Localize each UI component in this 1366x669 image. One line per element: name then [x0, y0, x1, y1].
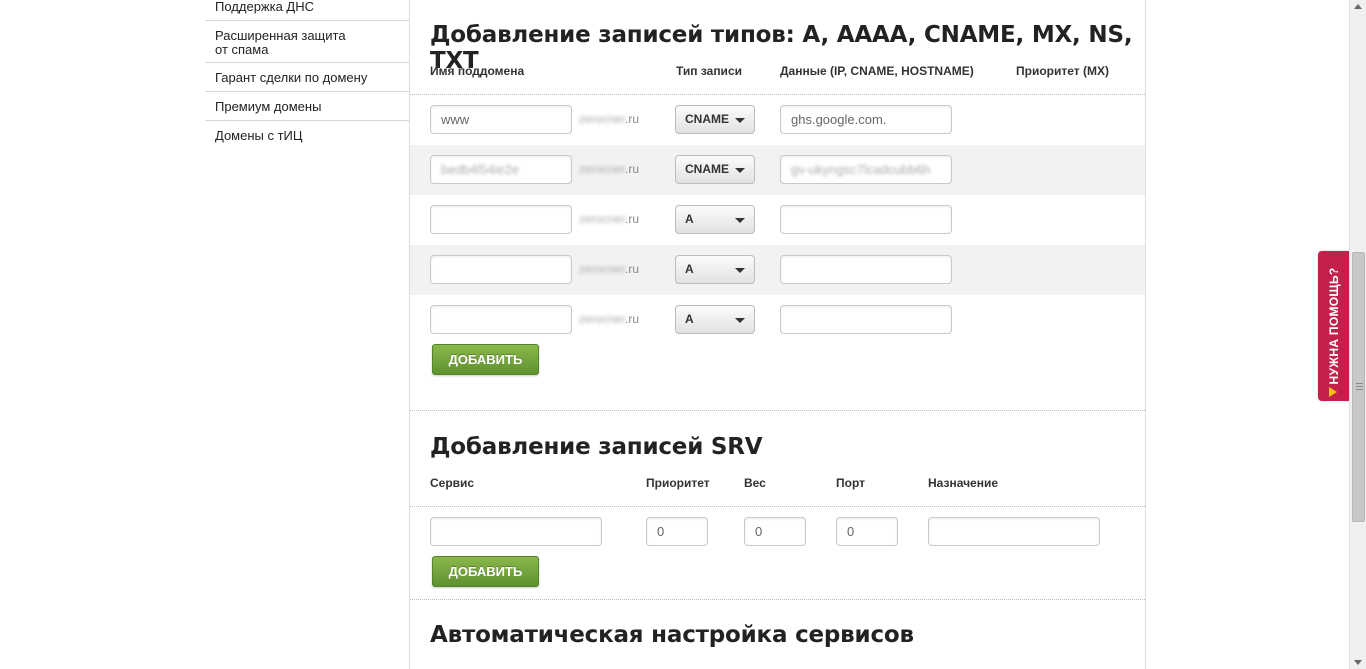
play-arrow-icon [1329, 387, 1337, 397]
scrollbar-thumb[interactable] [1352, 252, 1365, 522]
subdomain-input[interactable] [430, 205, 572, 234]
add-srv-button[interactable]: ДОБАВИТЬ [432, 556, 539, 587]
zone-suffix: zerocner.ru [579, 212, 640, 226]
subdomain-input[interactable] [430, 305, 572, 334]
subdomain-input[interactable]: www [430, 105, 572, 134]
srv-weight-input[interactable]: 0 [744, 517, 806, 546]
vertical-scrollbar[interactable] [1349, 0, 1366, 669]
record-type-select[interactable]: A [675, 305, 755, 334]
srv-target-input[interactable] [928, 517, 1100, 546]
record-row: bedb4l54ie2e zerocner.ru CNAME gv-ukyngs… [410, 145, 1145, 195]
record-row: zerocner.ru A [410, 195, 1145, 245]
scroll-up-icon[interactable] [1354, 4, 1362, 9]
chevron-down-icon [735, 268, 745, 273]
dns-records-panel: Добавление записей типов: A, AAAA, CNAME… [409, 0, 1146, 669]
zone-suffix: zerocner.ru [579, 162, 640, 176]
column-data: Данные (IP, CNAME, HOSTNAME) [780, 64, 974, 78]
sidebar-item-domain-escrow[interactable]: Гарант сделки по домену [205, 63, 409, 92]
page: Поддержка ДНС Расширенная защита от спам… [0, 0, 1366, 669]
sidebar-item-dns-support[interactable]: Поддержка ДНС [205, 0, 409, 21]
zone-suffix: zerocner.ru [579, 112, 640, 126]
sidebar-item-spam-protection[interactable]: Расширенная защита от спама [205, 21, 409, 63]
sidebar-item-premium-domains[interactable]: Премиум домены [205, 92, 409, 121]
grip-line [1356, 389, 1363, 390]
subdomain-input[interactable]: bedb4l54ie2e [430, 155, 572, 184]
column-port: Порт [836, 476, 866, 490]
column-target: Назначение [928, 476, 999, 490]
record-type-select[interactable]: A [675, 205, 755, 234]
auto-setup-section-title: Автоматическая настройка сервисов [430, 622, 914, 648]
add-records-button[interactable]: ДОБАВИТЬ [432, 344, 539, 375]
divider [410, 506, 1145, 507]
column-service: Сервис [430, 476, 475, 490]
srv-port-input[interactable]: 0 [836, 517, 898, 546]
column-priority: Приоритет [646, 476, 710, 490]
chevron-down-icon [735, 318, 745, 323]
sidebar-menu: Поддержка ДНС Расширенная защита от спам… [205, 0, 409, 150]
scroll-down-icon[interactable] [1354, 660, 1362, 665]
help-tab-label: НУЖНА ПОМОЩЬ? [1326, 267, 1341, 385]
record-type-select[interactable]: A [675, 255, 755, 284]
divider [410, 599, 1145, 600]
record-data-input[interactable] [780, 305, 952, 334]
divider [410, 410, 1145, 411]
record-row: www zerocner.ru CNAME ghs.google.com. [410, 95, 1145, 145]
srv-priority-input[interactable]: 0 [646, 517, 708, 546]
record-row: zerocner.ru A [410, 245, 1145, 295]
record-data-input[interactable] [780, 205, 952, 234]
help-tab[interactable]: НУЖНА ПОМОЩЬ? [1318, 251, 1349, 401]
record-data-input[interactable]: ghs.google.com. [780, 105, 952, 134]
grip-line [1356, 386, 1363, 387]
zone-suffix: zerocner.ru [579, 312, 640, 326]
subdomain-input[interactable] [430, 255, 572, 284]
grip-line [1356, 383, 1363, 384]
record-row: zerocner.ru A [410, 295, 1145, 345]
sidebar-item-tic-domains[interactable]: Домены с тИЦ [205, 121, 409, 150]
zone-suffix: zerocner.ru [579, 262, 640, 276]
column-subdomain: Имя поддомена [430, 64, 525, 78]
srv-service-input[interactable] [430, 517, 602, 546]
record-data-input[interactable] [780, 255, 952, 284]
record-type-select[interactable]: CNAME [675, 105, 755, 134]
record-type-select[interactable]: CNAME [675, 155, 755, 184]
chevron-down-icon [735, 218, 745, 223]
chevron-down-icon [735, 118, 745, 123]
srv-section-title: Добавление записей SRV [430, 434, 763, 460]
column-weight: Вес [744, 476, 766, 490]
column-record-type: Тип записи [676, 64, 742, 78]
column-priority-mx: Приоритет (MX) [1016, 64, 1109, 78]
record-data-input[interactable]: gv-ukyngsc7lcadcubb6h [780, 155, 952, 184]
chevron-down-icon [735, 168, 745, 173]
